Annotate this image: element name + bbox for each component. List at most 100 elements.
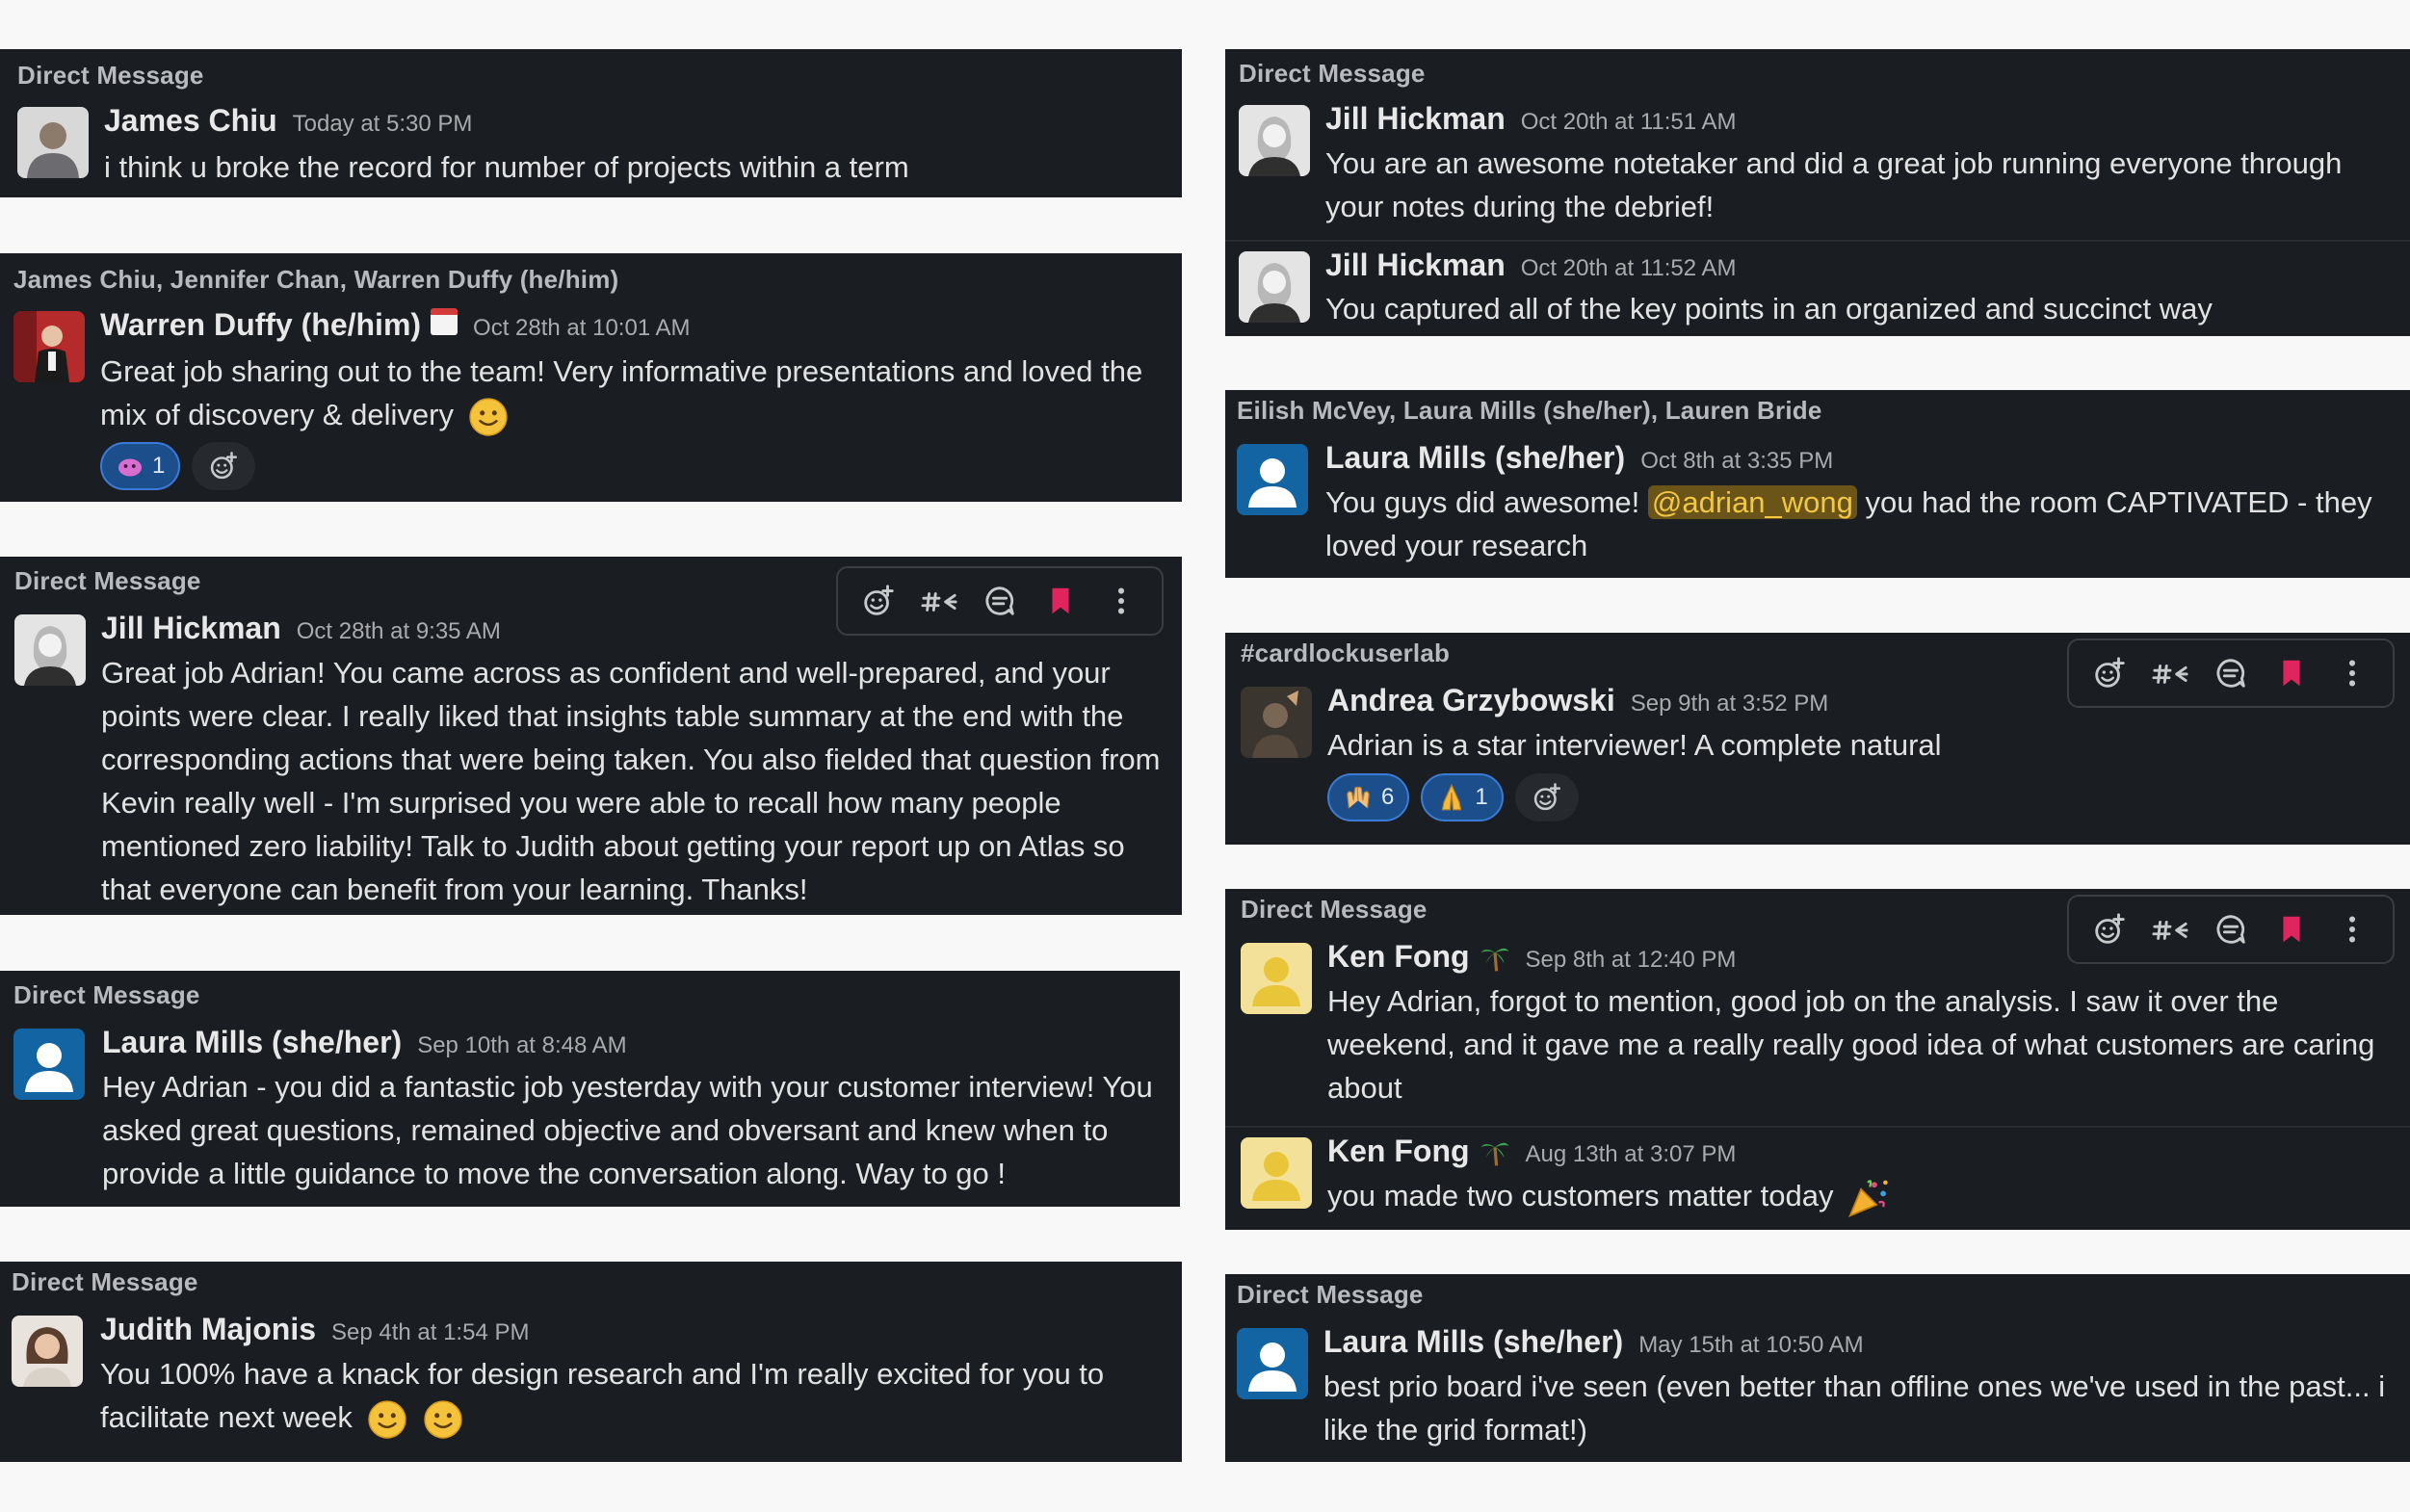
avatar[interactable] — [14, 614, 86, 686]
message-actions-toolbar — [2067, 639, 2395, 708]
reaction-pill[interactable]: 1 — [100, 442, 181, 490]
message-card: Direct Message Jill Hickman Oct 28th at … — [0, 557, 1182, 915]
user-mention[interactable]: @adrian_wong — [1647, 485, 1857, 519]
smile-emoji-icon — [367, 1399, 407, 1440]
add-reaction-button[interactable] — [1514, 773, 1579, 821]
message-text: Great job Adrian! You came across as con… — [101, 656, 1161, 906]
message-timestamp[interactable]: Sep 9th at 3:52 PM — [1631, 691, 1828, 717]
channel-name[interactable]: #cardlockuserlab — [1241, 639, 1450, 668]
sender-name[interactable]: Laura Mills (she/her) — [1325, 440, 1625, 476]
more-actions-button[interactable] — [2322, 900, 2383, 958]
avatar[interactable] — [13, 1029, 85, 1100]
sender-name[interactable]: Warren Duffy (he/him) — [100, 307, 421, 343]
share-to-channel-button[interactable] — [2139, 644, 2200, 702]
avatar[interactable] — [1241, 1137, 1312, 1209]
sender-name[interactable]: Jill Hickman — [1325, 248, 1506, 283]
avatar[interactable] — [1239, 251, 1310, 323]
message-timestamp[interactable]: Today at 5:30 PM — [293, 111, 473, 138]
message-timestamp[interactable]: Aug 13th at 3:07 PM — [1526, 1141, 1737, 1168]
more-vertical-icon — [1103, 583, 1140, 619]
message-timestamp[interactable]: May 15th at 10:50 AM — [1638, 1332, 1863, 1359]
party-popper-emoji-icon — [1848, 1180, 1888, 1217]
share-to-channel-button[interactable] — [908, 572, 969, 630]
reply-in-thread-button[interactable] — [2200, 900, 2261, 958]
message-timestamp[interactable]: Sep 8th at 12:40 PM — [1526, 947, 1737, 974]
message-text: i think u broke the record for number of… — [104, 150, 909, 184]
save-bookmark-button[interactable] — [1031, 572, 1091, 630]
avatar[interactable] — [13, 311, 85, 382]
sender-name[interactable]: Andrea Grzybowski — [1327, 683, 1615, 718]
message-text: You captured all of the key points in an… — [1325, 292, 2213, 326]
more-actions-button[interactable] — [2322, 644, 2383, 702]
message-card: Direct Message Laura Mills (she/her) May… — [1225, 1274, 2410, 1462]
message-text: Hey Adrian, forgot to mention, good job … — [1327, 984, 2375, 1105]
avatar[interactable] — [1241, 943, 1312, 1014]
calendar-status-icon — [431, 308, 458, 335]
sender-name[interactable]: Jill Hickman — [101, 611, 281, 646]
message-timestamp[interactable]: Oct 8th at 3:35 PM — [1640, 448, 1833, 475]
more-actions-button[interactable] — [1091, 572, 1152, 630]
bookmark-icon — [2273, 911, 2310, 948]
share-channel-icon — [921, 583, 957, 619]
folded-hands-emoji-icon — [1442, 783, 1462, 811]
add-reaction-button[interactable] — [2079, 900, 2139, 958]
message-text: best prio board i've seen (even better t… — [1323, 1369, 2386, 1447]
thread-icon — [2213, 655, 2249, 691]
message-card: Direct Message Ken Fong Sep 8th at 12:40… — [1225, 889, 2410, 1230]
reaction-pill[interactable]: 6 — [1327, 773, 1410, 821]
add-reaction-icon — [2091, 655, 2128, 691]
conversation-context: Eilish McVey, Laura Mills (she/her), Lau… — [1237, 396, 1822, 425]
message-timestamp[interactable]: Sep 10th at 8:48 AM — [417, 1032, 627, 1059]
sender-name[interactable]: Laura Mills (she/her) — [102, 1025, 402, 1060]
conversation-context: Direct Message — [14, 566, 201, 595]
smile-emoji-icon — [423, 1399, 463, 1440]
reaction-count: 1 — [1475, 784, 1488, 810]
bookmark-icon — [1042, 583, 1079, 619]
message-card: Direct Message James Chiu Today at 5:30 … — [0, 49, 1182, 197]
message-timestamp[interactable]: Sep 4th at 1:54 PM — [331, 1319, 529, 1346]
bookmark-icon — [2273, 655, 2310, 691]
message-timestamp[interactable]: Oct 20th at 11:52 AM — [1521, 255, 1737, 282]
message-card: Direct Message Laura Mills (she/her) Sep… — [0, 971, 1180, 1207]
conversation-context: James Chiu, Jennifer Chan, Warren Duffy … — [13, 265, 619, 294]
message-actions-toolbar — [2067, 895, 2395, 964]
reply-in-thread-button[interactable] — [969, 572, 1030, 630]
reaction-pill[interactable]: 1 — [1421, 773, 1504, 821]
blob-emoji-icon — [118, 458, 142, 477]
message-text: You are an awesome notetaker and did a g… — [1325, 146, 2343, 223]
share-channel-icon — [2152, 911, 2188, 948]
message-actions-toolbar — [836, 566, 1164, 636]
message-timestamp[interactable]: Oct 20th at 11:51 AM — [1521, 109, 1737, 136]
message-card: Eilish McVey, Laura Mills (she/her), Lau… — [1225, 390, 2410, 578]
more-vertical-icon — [2334, 655, 2371, 691]
avatar[interactable] — [1237, 444, 1308, 515]
avatar[interactable] — [1237, 1328, 1308, 1399]
conversation-context: Direct Message — [1241, 895, 1428, 924]
avatar[interactable] — [12, 1316, 83, 1387]
save-bookmark-button[interactable] — [2262, 900, 2322, 958]
avatar[interactable] — [17, 107, 89, 178]
sender-name[interactable]: Jill Hickman — [1325, 101, 1506, 137]
avatar[interactable] — [1239, 105, 1310, 176]
sender-name[interactable]: Ken Fong — [1327, 1134, 1470, 1169]
raised-hands-emoji-icon — [1347, 786, 1370, 809]
message-timestamp[interactable]: Oct 28th at 10:01 AM — [473, 315, 690, 342]
avatar[interactable] — [1241, 687, 1312, 758]
conversation-context: Direct Message — [13, 980, 200, 1009]
add-reaction-button[interactable] — [848, 572, 908, 630]
reaction-count: 1 — [152, 453, 166, 479]
save-bookmark-button[interactable] — [2262, 644, 2322, 702]
message-card: #cardlockuserlab Andrea Grzybowski Sep 9… — [1225, 633, 2410, 845]
message-card: Direct Message Jill Hickman Oct 20th at … — [1225, 49, 2410, 336]
add-reaction-button[interactable] — [2079, 644, 2139, 702]
sender-name[interactable]: Judith Majonis — [100, 1312, 316, 1347]
add-reaction-button[interactable] — [192, 442, 256, 490]
message-timestamp[interactable]: Oct 28th at 9:35 AM — [297, 618, 501, 645]
sender-name[interactable]: Laura Mills (she/her) — [1323, 1324, 1623, 1360]
reply-in-thread-button[interactable] — [2200, 644, 2261, 702]
sender-name[interactable]: Ken Fong — [1327, 939, 1470, 975]
add-reaction-icon — [860, 583, 897, 619]
palm-tree-status-icon — [1480, 948, 1508, 972]
share-to-channel-button[interactable] — [2139, 900, 2200, 958]
sender-name[interactable]: James Chiu — [104, 103, 277, 139]
